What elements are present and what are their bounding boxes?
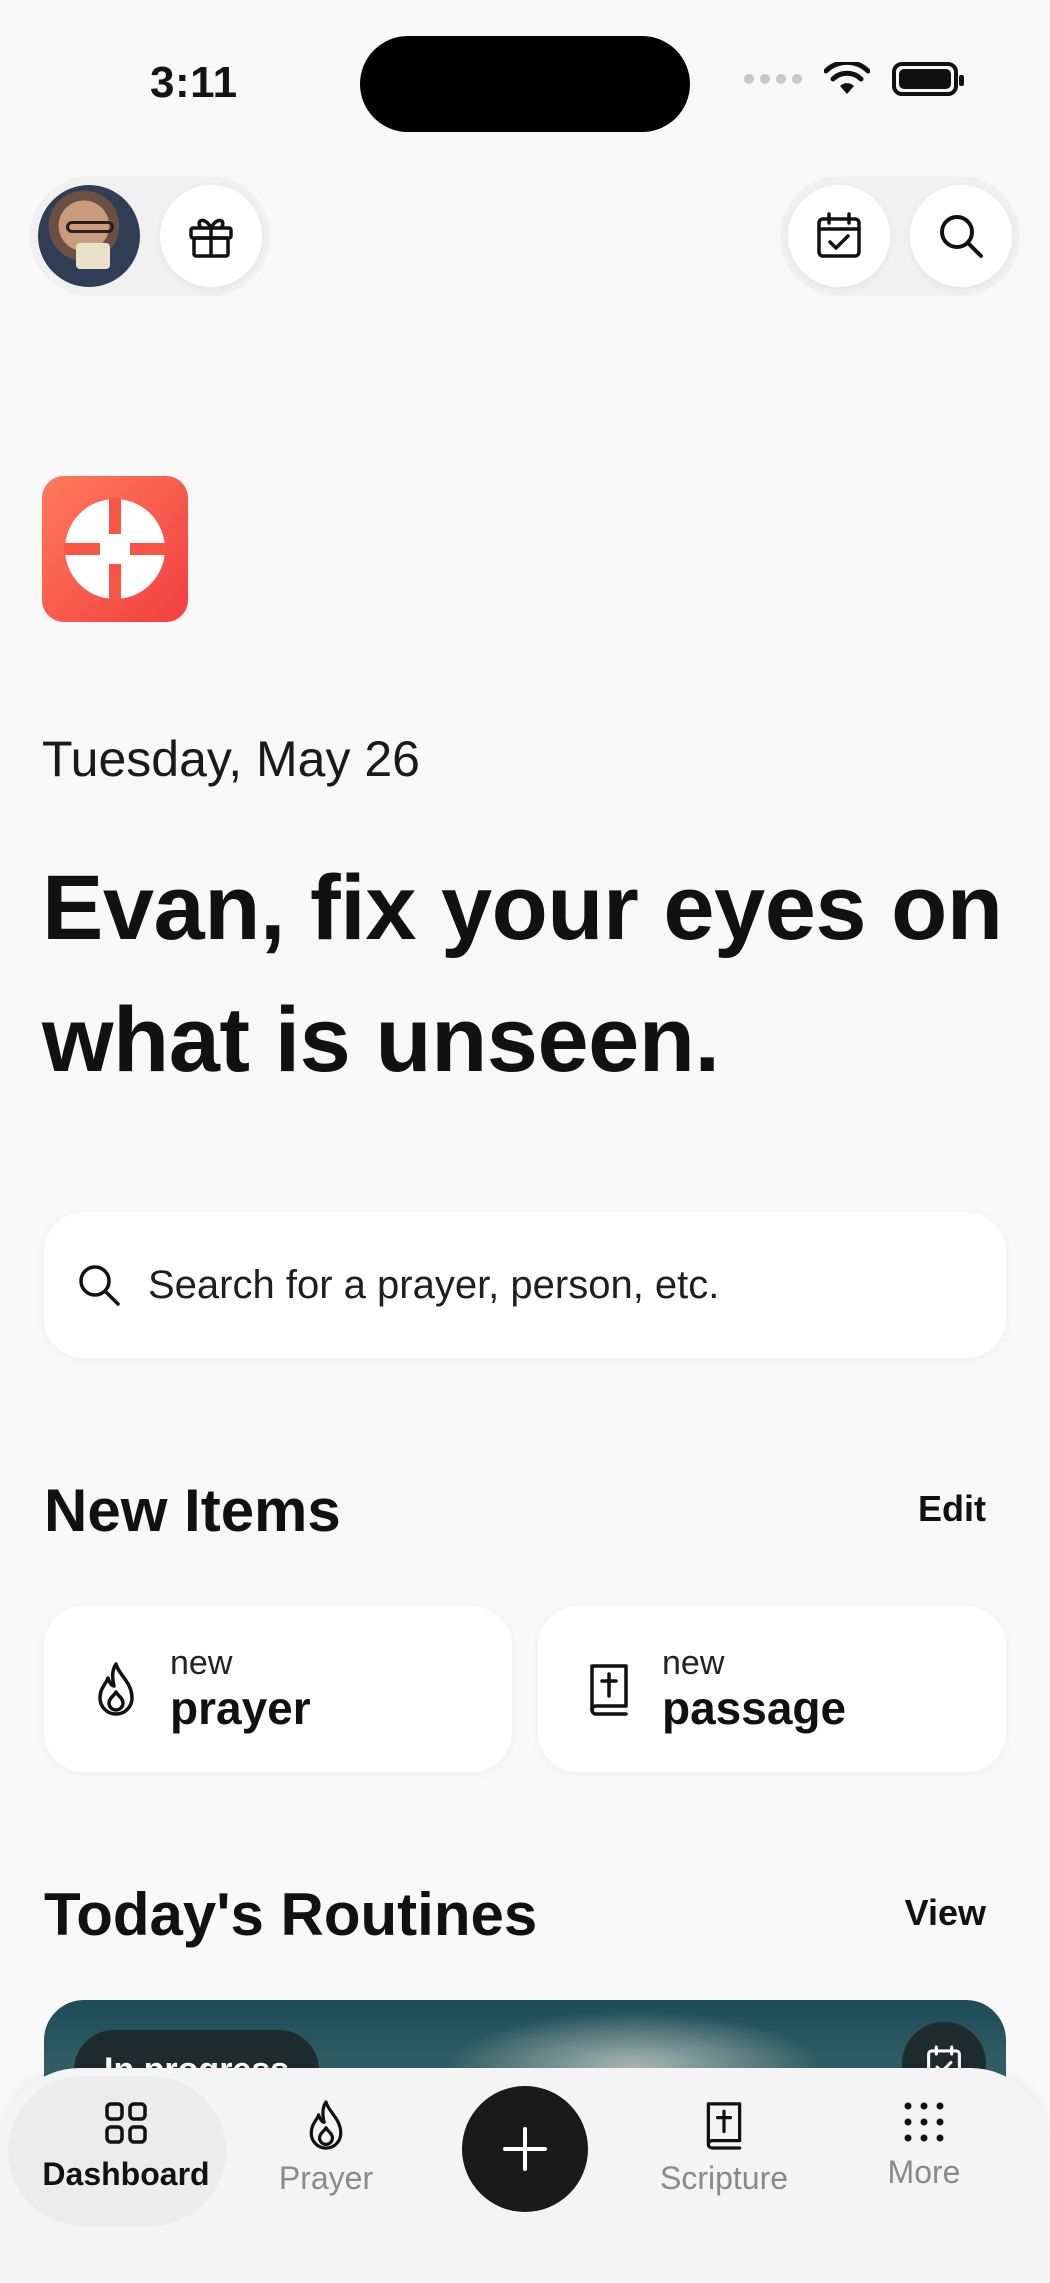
- signal-icon: [744, 74, 802, 84]
- new-prayer-label: prayer: [170, 1682, 311, 1734]
- dots-grid-icon: [904, 2102, 944, 2142]
- new-prayer-text: new prayer: [170, 1644, 311, 1734]
- header-left-group: [30, 176, 270, 296]
- dashboard-screen: 3:11 Tuesday, May 26 Evan, fix your eyes…: [0, 0, 1050, 2283]
- new-prayer-small: new: [170, 1644, 233, 1682]
- cross-logo-icon: [64, 498, 166, 600]
- flame-icon: [98, 1662, 134, 1716]
- bible-icon: [706, 2102, 742, 2150]
- tab-dashboard-label: Dashboard: [42, 2156, 210, 2192]
- app-logo: [42, 476, 188, 622]
- tab-scripture-label: Scripture: [659, 2160, 789, 2196]
- add-button[interactable]: [462, 2086, 588, 2212]
- edit-button[interactable]: Edit: [918, 1488, 986, 1530]
- wifi-icon: [824, 62, 870, 94]
- tab-prayer[interactable]: Prayer: [226, 2098, 426, 2197]
- status-icons: [744, 62, 964, 96]
- current-date: Tuesday, May 26: [42, 731, 420, 787]
- new-passage-small: new: [662, 1644, 725, 1682]
- new-passage-button[interactable]: new passage: [538, 1606, 1006, 1772]
- bible-icon: [590, 1664, 628, 1716]
- search-button[interactable]: [910, 185, 1012, 287]
- search-input[interactable]: Search for a prayer, person, etc.: [44, 1212, 1006, 1358]
- tab-dashboard[interactable]: Dashboard: [26, 2098, 226, 2193]
- search-icon: [940, 215, 983, 258]
- avatar[interactable]: [38, 185, 140, 287]
- routines-title: Today's Routines: [44, 1881, 538, 1948]
- new-passage-label: passage: [662, 1682, 847, 1734]
- page-headline: Evan, fix your eyes on what is unseen.: [42, 857, 1003, 1091]
- calendar-button[interactable]: [788, 185, 890, 287]
- tab-prayer-label: Prayer: [278, 2160, 374, 2196]
- new-passage-text: new passage: [662, 1644, 846, 1734]
- status-time: 3:11: [150, 58, 238, 107]
- gift-icon: [189, 218, 233, 258]
- gift-button[interactable]: [160, 185, 262, 287]
- new-items-title: New Items: [44, 1477, 341, 1544]
- header-right-group: [780, 176, 1020, 296]
- search-icon: [79, 1265, 120, 1306]
- new-prayer-button[interactable]: new prayer: [44, 1606, 512, 1772]
- calendar-check-icon: [817, 212, 861, 258]
- search-placeholder: Search for a prayer, person, etc.: [148, 1262, 720, 1307]
- plus-icon: [503, 2127, 547, 2171]
- dynamic-island: [360, 36, 690, 132]
- view-button[interactable]: View: [905, 1892, 986, 1934]
- tab-more[interactable]: More: [824, 2098, 1024, 2191]
- flame-icon: [309, 2100, 343, 2150]
- grid-icon: [105, 2102, 147, 2144]
- tab-scripture[interactable]: Scripture: [624, 2098, 824, 2197]
- tab-more-label: More: [887, 2154, 961, 2190]
- battery-icon: [892, 62, 964, 96]
